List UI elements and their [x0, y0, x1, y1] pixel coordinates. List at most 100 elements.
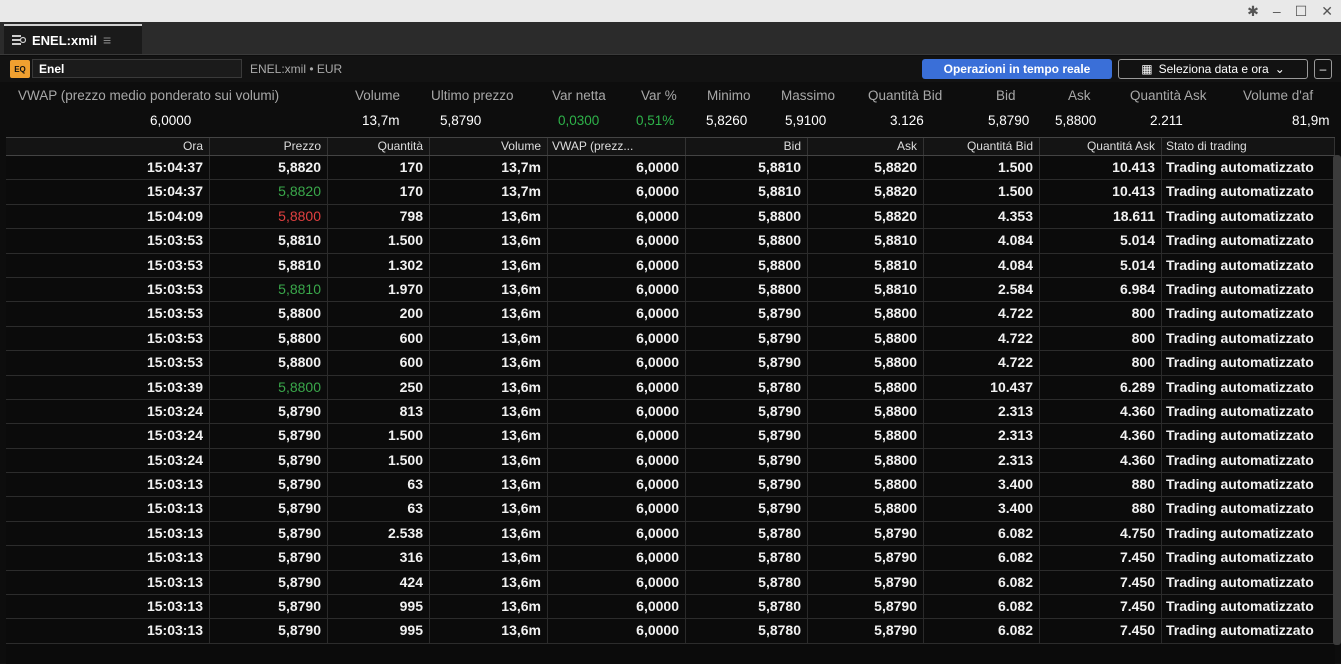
summary-pct-change: 0,51% [636, 113, 675, 128]
cell-bid-qty: 4.084 [924, 229, 1040, 253]
cell-time: 15:03:13 [6, 521, 210, 546]
column-header-price[interactable]: Prezzo [210, 138, 328, 155]
table-row[interactable]: 15:03:53 5,8800 200 13,6m 6,0000 5,8790 5,8800… [6, 302, 1335, 327]
pin-icon[interactable]: ✱ [1247, 0, 1259, 22]
time-sales-icon [12, 35, 26, 45]
table-row[interactable]: 15:04:09 5,8800 798 13,6m 6,0000 5,8800 5,8820… [6, 204, 1335, 230]
cell-bid: 5,8780 [686, 521, 808, 546]
chevron-down-icon: ⌄ [1274, 62, 1285, 76]
symbol-meta: ENEL:xmil • EUR [250, 62, 343, 76]
cell-volume: 13,6m [430, 351, 548, 375]
cell-bid: 5,8800 [686, 204, 808, 229]
cell-price: 5,8790 [210, 448, 328, 473]
hamburger-menu-icon[interactable]: ≡ [103, 32, 111, 48]
summary-header-vwap: VWAP (prezzo medio ponderato sui volumi) [18, 88, 280, 103]
quote-summary: VWAP (prezzo medio ponderato sui volumi)… [0, 85, 1341, 133]
maximize-icon[interactable]: ☐ [1295, 0, 1308, 22]
cell-vwap: 6,0000 [548, 521, 686, 546]
summary-header-bid-qty: Quantità Bid [868, 88, 943, 103]
cell-vwap: 6,0000 [548, 253, 686, 277]
cell-bid: 5,8780 [686, 375, 808, 399]
table-row[interactable]: 15:03:13 5,8790 63 13,6m 6,0000 5,8790 5,8800 3… [6, 497, 1335, 522]
cell-vwap: 6,0000 [548, 424, 686, 448]
column-header-vwap[interactable]: VWAP (prezz... [548, 138, 686, 155]
table-row[interactable]: 15:03:39 5,8800 250 13,6m 6,0000 5,8780 5,8800… [6, 375, 1335, 400]
window-controls: ✱ – ☐ ✕ [1247, 0, 1333, 22]
table-row[interactable]: 15:03:53 5,8810 1.302 13,6m 6,0000 5,8800 5,88… [6, 253, 1335, 278]
table-header: Ora Prezzo Quantità Volume VWAP (prezz..… [6, 138, 1335, 156]
cell-ask-qty: 10.413 [1040, 156, 1162, 180]
cell-ask-qty: 10.413 [1040, 180, 1162, 204]
cell-ask-qty: 4.360 [1040, 399, 1162, 424]
cell-price: 5,8800 [210, 351, 328, 375]
cell-bid-qty: 4.722 [924, 302, 1040, 326]
cell-vwap: 6,0000 [548, 619, 686, 643]
cell-vwap: 6,0000 [548, 351, 686, 375]
cell-time: 15:03:13 [6, 595, 210, 619]
table-row[interactable]: 15:04:37 5,8820 170 13,7m 6,0000 5,8810 5,8820… [6, 180, 1335, 205]
minimize-icon[interactable]: – [1273, 0, 1281, 22]
cell-bid-qty: 10.437 [924, 375, 1040, 399]
select-date-time-button[interactable]: ▦ Seleziona data e ora ⌄ [1118, 59, 1308, 79]
table-row[interactable]: 15:03:53 5,8800 600 13,6m 6,0000 5,8790 5,8800… [6, 351, 1335, 376]
table-row[interactable]: 15:03:13 5,8790 995 13,6m 6,0000 5,8780 5,8790… [6, 595, 1335, 620]
cell-bid-qty: 6.082 [924, 521, 1040, 546]
cell-ask: 5,8800 [808, 375, 924, 399]
cell-ask-qty: 5.014 [1040, 229, 1162, 253]
table-row[interactable]: 15:03:53 5,8800 600 13,6m 6,0000 5,8790 5,8800… [6, 326, 1335, 352]
cell-volume: 13,6m [430, 375, 548, 399]
tab-strip: ENEL:xmil ≡ [0, 22, 1341, 55]
summary-turnover: 81,9m [1292, 113, 1330, 128]
cell-price: 5,8790 [210, 570, 328, 595]
cell-trading-status: Trading automatizzato [1162, 277, 1335, 302]
trade-ticker-window: ✱ – ☐ ✕ ENEL:xmil ≡ EQ ENEL:xmil • EUR O… [0, 0, 1341, 664]
cell-time: 15:03:53 [6, 351, 210, 375]
cell-ask-qty: 4.360 [1040, 424, 1162, 448]
table-row[interactable]: 15:03:53 5,8810 1.500 13,6m 6,0000 5,8800 5,88… [6, 229, 1335, 254]
table-row[interactable]: 15:03:13 5,8790 2.538 13,6m 6,0000 5,8780 5,87… [6, 521, 1335, 547]
tab-title: ENEL:xmil [32, 32, 98, 48]
cell-volume: 13,6m [430, 326, 548, 351]
column-header-bid-qty[interactable]: Quantitá Bid [924, 138, 1040, 155]
symbol-input[interactable] [32, 59, 242, 78]
cell-bid-qty: 6.082 [924, 546, 1040, 570]
table-row[interactable]: 15:03:24 5,8790 1.500 13,6m 6,0000 5,8790 5,88… [6, 448, 1335, 474]
cell-time: 15:03:53 [6, 277, 210, 302]
cell-volume: 13,6m [430, 424, 548, 448]
table-row[interactable]: 15:03:13 5,8790 424 13,6m 6,0000 5,8780 5,8790… [6, 570, 1335, 596]
cell-bid-qty: 3.400 [924, 473, 1040, 497]
table-row[interactable]: 15:04:37 5,8820 170 13,7m 6,0000 5,8810 5,8820… [6, 156, 1335, 181]
column-header-quantity[interactable]: Quantità [328, 138, 430, 155]
table-row[interactable]: 15:03:53 5,8810 1.970 13,6m 6,0000 5,8800 5,88… [6, 277, 1335, 303]
vertical-scrollbar[interactable] [1333, 155, 1341, 645]
cell-price: 5,8790 [210, 473, 328, 497]
column-header-time[interactable]: Ora [6, 138, 210, 155]
table-row[interactable]: 15:03:13 5,8790 63 13,6m 6,0000 5,8790 5,8800 3… [6, 473, 1335, 498]
table-row[interactable]: 15:03:24 5,8790 1.500 13,6m 6,0000 5,8790 5,88… [6, 424, 1335, 449]
cell-bid-qty: 2.313 [924, 448, 1040, 473]
cell-ask: 5,8800 [808, 473, 924, 497]
select-date-time-label: Seleziona data e ora [1158, 62, 1269, 76]
table-row[interactable]: 15:03:13 5,8790 316 13,6m 6,0000 5,8780 5,8790… [6, 546, 1335, 571]
column-header-volume[interactable]: Volume [430, 138, 548, 155]
table-row[interactable]: 15:03:24 5,8790 813 13,6m 6,0000 5,8790 5,8800… [6, 399, 1335, 425]
column-header-bid[interactable]: Bid [686, 138, 808, 155]
column-header-ask-qty[interactable]: Quantitá Ask [1040, 138, 1162, 155]
cell-time: 15:03:13 [6, 619, 210, 643]
cell-bid: 5,8780 [686, 595, 808, 619]
summary-vwap: 6,0000 [150, 113, 192, 128]
trades-table[interactable]: Ora Prezzo Quantità Volume VWAP (prezz..… [6, 137, 1335, 664]
realtime-trades-button[interactable]: Operazioni in tempo reale [922, 59, 1112, 79]
cell-quantity: 798 [328, 204, 430, 229]
tab-enel[interactable]: ENEL:xmil ≡ [4, 24, 142, 54]
column-header-trading-status[interactable]: Stato di trading [1162, 138, 1335, 155]
cell-time: 15:03:39 [6, 375, 210, 399]
collapse-button[interactable]: – [1314, 59, 1332, 79]
summary-bid-qty: 3.126 [890, 113, 924, 128]
column-header-ask[interactable]: Ask [808, 138, 924, 155]
cell-trading-status: Trading automatizzato [1162, 546, 1335, 570]
table-row[interactable]: 15:03:13 5,8790 995 13,6m 6,0000 5,8780 5,8790… [6, 619, 1335, 644]
cell-price: 5,8790 [210, 546, 328, 570]
close-icon[interactable]: ✕ [1321, 0, 1333, 22]
cell-bid: 5,8800 [686, 277, 808, 302]
